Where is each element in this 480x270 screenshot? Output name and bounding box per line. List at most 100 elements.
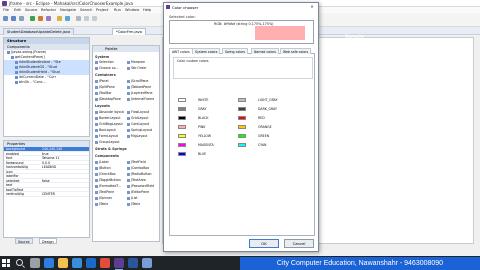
eclipse-icon[interactable] [114,258,124,270]
new-class-icon[interactable] [65,16,70,21]
run-icon[interactable] [30,16,35,21]
color-option-orange[interactable]: ORANGE [238,125,298,130]
file-explorer-icon[interactable] [58,258,68,268]
menu-navigate[interactable]: Navigate [60,8,76,12]
menu-refactor[interactable]: Refactor [41,8,56,12]
property-value[interactable]: LEADING [42,165,89,168]
property-value[interactable]: CENTER [42,192,89,195]
cancel-button[interactable]: Cancel [284,239,314,248]
forward-icon[interactable] [92,16,97,21]
menu-source[interactable]: Source [25,8,37,12]
color-option-black[interactable]: BLACK [178,116,238,121]
palette-item-jsplitpane[interactable]: JSplitPane [95,85,115,89]
palette-item-marquee[interactable]: Marquee [127,60,145,64]
property-row[interactable]: verticalAlig CENTER [4,192,89,197]
color-option-light-gray[interactable]: LIGHT_GRAY [238,98,298,103]
palette-item-jpassword[interactable]: JPasswordField [127,184,154,188]
menu-edit[interactable]: Edit [14,8,21,12]
palette-item-jscrollpane[interactable]: JScrollPane [127,79,148,83]
palette-item-formlayout[interactable]: FormLayout [95,134,118,138]
palette-item-jtextpane[interactable]: JTextPane [95,190,114,194]
palette-item-choose[interactable]: Choose co... [95,66,118,70]
palette-item-borderlayout[interactable]: BorderLayout [95,116,121,120]
palette-item-jtextarea[interactable]: JTextArea [127,178,146,182]
menu-file[interactable]: File [3,8,9,12]
palette-item-jtabbedpane[interactable]: JTabbedPane [127,85,151,89]
property-value[interactable]: false [42,179,89,182]
tab-colorfrm[interactable]: *ColorFrm.java [112,28,146,35]
palette-item-jradiobutton[interactable]: JRadioButton [127,172,152,176]
color-option-gray[interactable]: GRAY [178,107,238,112]
word-icon[interactable] [128,258,138,268]
color-option-magenta[interactable]: MAGENTA [178,143,238,148]
tab-student-database[interactable]: StudentDatabaseUpdateDelete.java [3,28,75,35]
menu-project[interactable]: Project [96,8,108,12]
photos-icon[interactable] [142,258,152,268]
palette-item-jtable-2[interactable]: JTable [127,202,140,206]
property-value[interactable] [42,174,89,178]
save-icon[interactable] [11,16,16,21]
palette-group-containers[interactable]: Containers [95,73,116,77]
palette-item-cardlayout[interactable]: CardLayout [127,122,149,126]
task-view-icon[interactable] [30,258,40,268]
palette-item-jcombobox[interactable]: JComboBox [127,166,149,170]
color-option-pink[interactable]: PINK [178,125,238,130]
color-option-red[interactable]: RED [238,116,298,121]
palette-item-jeditorpane[interactable]: JEditorPane [127,190,149,194]
palette-item-miglayout[interactable]: MigLayout [127,134,148,138]
external-tools-icon[interactable] [46,16,51,21]
palette-group-components[interactable]: Components [95,154,119,158]
palette-item-selection[interactable]: Selection [95,60,114,64]
menu-search[interactable]: Search [80,8,92,12]
property-value[interactable] [42,170,89,174]
property-value[interactable]: 240,240,240 [42,147,89,150]
property-value[interactable] [42,188,89,192]
store-icon[interactable] [72,258,82,268]
menu-window[interactable]: Window [125,8,139,12]
tab-source[interactable]: Source [15,238,33,244]
palette-item-tab-order[interactable]: Tab Order [127,66,146,70]
palette-item-gridbaglayout[interactable]: GridBagLayout [95,122,123,126]
palette-item-jtextfield[interactable]: JTextField [127,160,146,164]
palette-item-jdesktoppane[interactable]: JDesktopPane [95,97,121,101]
search-icon[interactable] [16,259,23,266]
custom-colors-box[interactable]: Color custom colors [173,57,313,79]
palette-item-jinternalframe[interactable]: JInternalFrame [127,97,154,101]
palette-item-jlabel[interactable]: JLabel [95,160,109,164]
color-option-green[interactable]: GREEN [238,134,298,139]
menu-help[interactable]: Help [143,8,151,12]
palette-item-boxlayout[interactable]: BoxLayout [95,128,116,132]
chrome-icon[interactable] [100,258,110,268]
property-value[interactable]: Tahoma 11 [42,156,89,159]
tab-design[interactable]: Design [39,238,57,244]
windows-start-icon[interactable] [2,259,10,267]
debug-icon[interactable] [38,16,43,21]
color-option-dark-gray[interactable]: DARK_GRAY [238,107,298,112]
edge-icon[interactable] [44,258,54,268]
palette-item-grouplayout[interactable]: GroupLayout [95,140,120,144]
ok-button[interactable]: OK [249,239,279,248]
property-value[interactable]: true [42,152,89,155]
color-option-yellow[interactable]: YELLOW [178,134,238,139]
palette-item-jtable[interactable]: JTable [95,202,108,206]
print-icon[interactable] [19,16,24,21]
palette-group-layouts[interactable]: Layouts [95,104,110,108]
palette-item-absolute[interactable]: Absolute layout [95,110,124,114]
palette-item-flowlayout[interactable]: FlowLayout [127,110,149,114]
menu-run[interactable]: Run [114,8,121,12]
palette-item-jspinner[interactable]: JSpinner [95,196,112,200]
mail-icon[interactable] [86,258,96,268]
color-option-white[interactable]: WHITE [178,98,238,103]
property-value[interactable]: 0,0,0 [42,161,89,164]
tree-item-button[interactable]: btnOk - "Conc... [4,80,89,85]
palette-item-jcheckbox[interactable]: JCheckBox [95,172,116,176]
palette-item-jtoolbar[interactable]: JToolBar [95,91,112,95]
dialog-close-icon[interactable]: ✕ [308,4,316,10]
color-option-blue[interactable]: BLUE [178,152,238,157]
palette-item-jtogglebutton[interactable]: JToggleButton [95,178,121,182]
new-package-icon[interactable] [57,16,62,21]
new-icon[interactable] [3,16,8,21]
palette-item-gridlayout[interactable]: GridLayout [127,116,149,120]
palette-group-system[interactable]: System [95,55,109,59]
color-option-cyan[interactable]: CYAN [238,143,298,148]
